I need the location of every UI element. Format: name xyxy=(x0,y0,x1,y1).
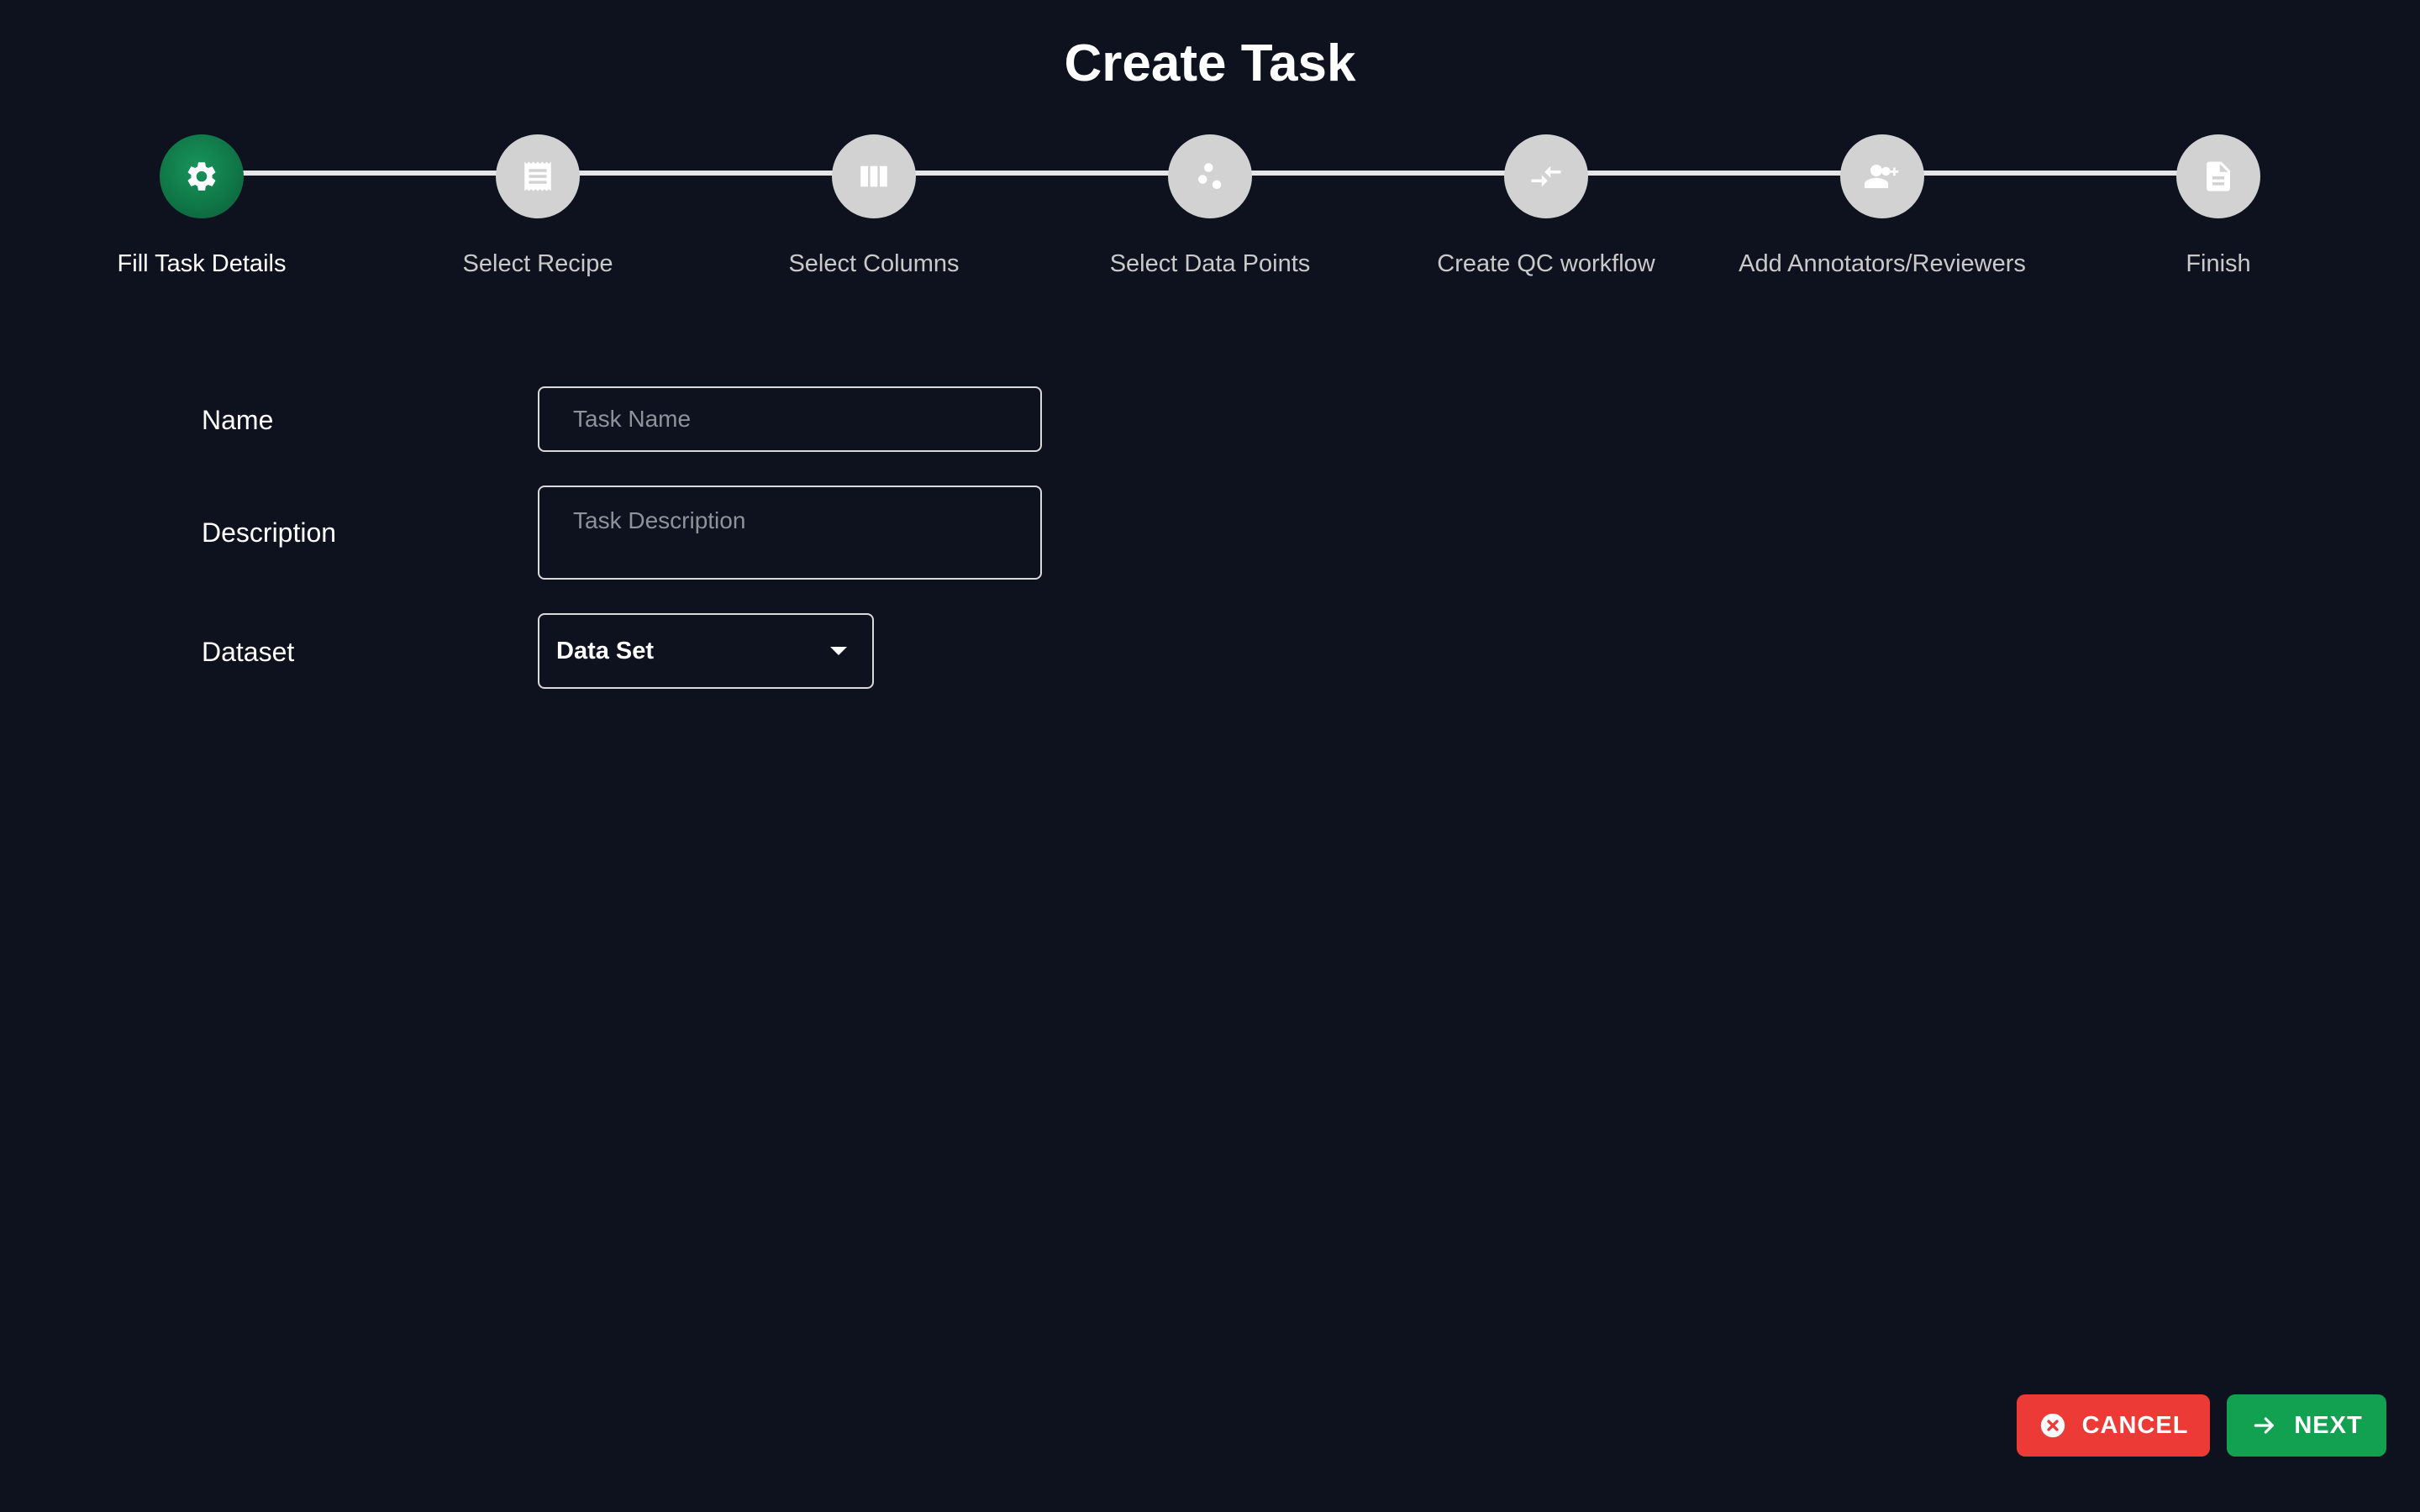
create-task-page: Create Task Fill Task Details Select Rec… xyxy=(0,0,2420,1512)
step-circle xyxy=(496,134,580,218)
dataset-select[interactable]: Data Set xyxy=(538,613,874,689)
step-label: Finish xyxy=(2186,250,2251,277)
step-label: Select Data Points xyxy=(1109,250,1311,277)
compare-arrows-icon xyxy=(1531,165,1561,187)
step-label: Add Annotators/Reviewers xyxy=(1739,250,2026,277)
name-label: Name xyxy=(202,405,274,435)
step-select-columns[interactable]: Select Columns xyxy=(706,134,1042,279)
step-circle xyxy=(1504,134,1588,218)
step-create-qc-workflow[interactable]: Create QC workflow xyxy=(1378,134,1714,279)
add-users-icon xyxy=(1865,165,1899,188)
gear-icon xyxy=(187,162,216,191)
cancel-circle-icon xyxy=(2039,1411,2067,1440)
task-name-input[interactable] xyxy=(538,386,1042,452)
step-fill-task-details[interactable]: Fill Task Details xyxy=(34,134,370,279)
dataset-select-value: Data Set xyxy=(556,637,655,664)
next-button-label: NEXT xyxy=(2294,1411,2363,1439)
document-icon xyxy=(2207,161,2230,192)
step-label: Select Columns xyxy=(788,250,960,277)
step-circle xyxy=(1168,134,1252,218)
cancel-button-label: CANCEL xyxy=(2081,1411,2189,1439)
scatter-icon xyxy=(1198,163,1222,190)
step-circle xyxy=(832,134,916,218)
arrow-right-icon xyxy=(2250,1411,2279,1440)
description-label: Description xyxy=(202,517,337,548)
page-title: Create Task xyxy=(1064,34,1356,92)
step-select-data-points[interactable]: Select Data Points xyxy=(1042,134,1378,279)
recipe-icon xyxy=(524,161,551,192)
cancel-button[interactable]: CANCEL xyxy=(2017,1394,2210,1457)
step-add-annotators-reviewers[interactable]: Add Annotators/Reviewers xyxy=(1714,134,2050,279)
step-label: Create QC workflow xyxy=(1437,250,1655,277)
step-circle xyxy=(2176,134,2260,218)
step-circle xyxy=(1840,134,1924,218)
dataset-label: Dataset xyxy=(202,637,295,667)
columns-icon xyxy=(860,165,887,187)
next-button[interactable]: NEXT xyxy=(2227,1394,2386,1457)
step-label: Fill Task Details xyxy=(117,250,287,277)
step-select-recipe[interactable]: Select Recipe xyxy=(370,134,706,279)
task-description-input[interactable] xyxy=(538,486,1042,580)
step-circle xyxy=(160,134,244,218)
step-label: Select Recipe xyxy=(462,250,613,277)
step-finish[interactable]: Finish xyxy=(2050,134,2386,279)
caret-down-icon xyxy=(830,647,847,655)
